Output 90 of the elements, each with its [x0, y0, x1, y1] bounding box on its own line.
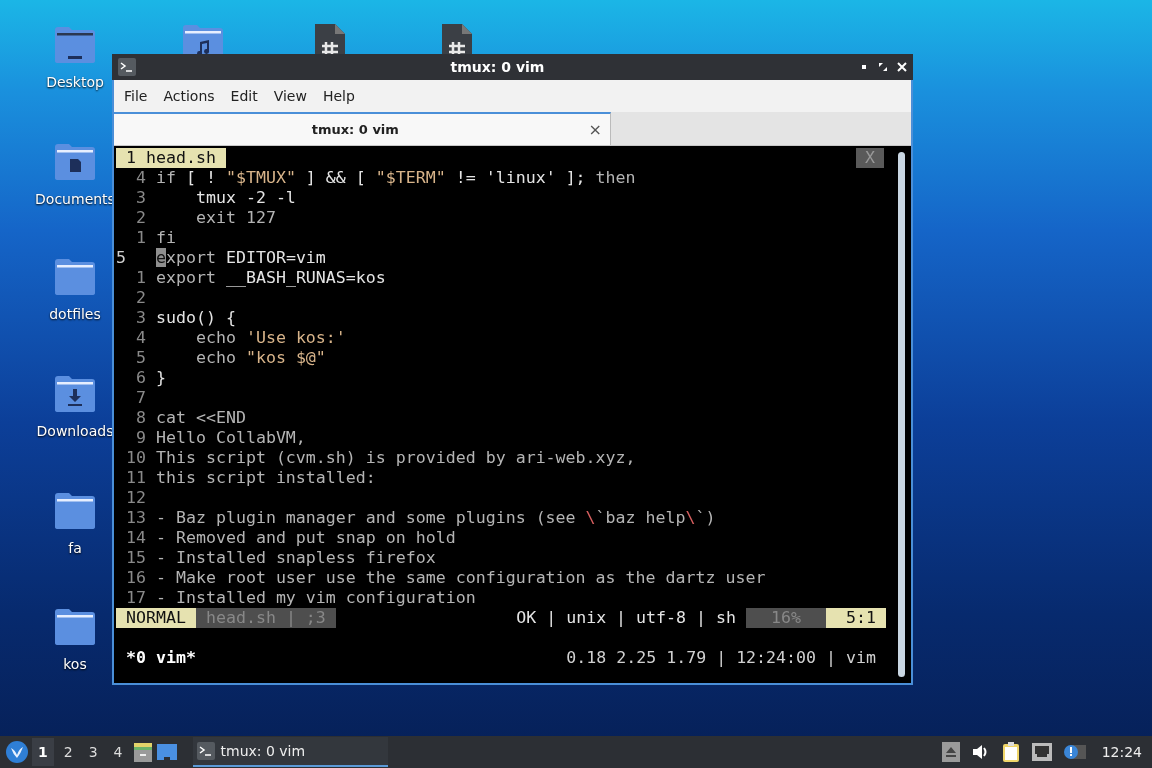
- eject-icon[interactable]: [941, 742, 960, 762]
- line-number: 6: [135, 368, 146, 388]
- code-line: - Installed my vim configuration: [156, 588, 476, 608]
- download-folder-icon: [54, 375, 96, 413]
- clock[interactable]: 12:24: [1101, 744, 1142, 760]
- code-line: - Removed and put snap on hold: [156, 528, 456, 548]
- close-icon[interactable]: [897, 62, 907, 72]
- document-folder-icon: [54, 143, 96, 181]
- tab-close-button[interactable]: ×: [588, 120, 602, 139]
- workspace-button[interactable]: 3: [82, 738, 104, 766]
- line-number: 11: [125, 468, 146, 488]
- scrollbar[interactable]: [898, 152, 905, 677]
- task-button[interactable]: tmux: 0 vim: [192, 737, 388, 767]
- terminal-icon: [196, 742, 215, 760]
- tmux-status-info: 0.18 2.25 1.79 | 12:24:00 | vim: [566, 648, 877, 668]
- workspace-button[interactable]: 4: [107, 738, 129, 766]
- start-menu-icon[interactable]: [6, 741, 28, 763]
- workspace-button[interactable]: 2: [57, 738, 79, 766]
- code-line: - Installed snapless firefox: [156, 548, 436, 568]
- window-title: tmux: 0 vim: [449, 59, 546, 75]
- code-line: cat <<END: [156, 408, 246, 428]
- minimize-icon[interactable]: [859, 62, 869, 72]
- clipboard-icon[interactable]: [1001, 742, 1020, 762]
- line-number: 4: [135, 328, 146, 348]
- line-number: 4: [135, 168, 146, 188]
- code-line: this script installed:: [156, 468, 376, 488]
- file-indicator: head.sh | ;3: [195, 608, 336, 628]
- menu-item[interactable]: Actions: [155, 88, 223, 104]
- file-icon: [313, 24, 345, 54]
- menu-item[interactable]: View: [265, 88, 315, 104]
- tmux-window-list: *0 vim*: [116, 648, 196, 668]
- workspace-button[interactable]: 1: [32, 738, 54, 766]
- icon-label[interactable]: dotfiles: [49, 306, 101, 322]
- line-number: 14: [125, 528, 146, 548]
- terminal-tab[interactable]: tmux: 0 vim ×: [114, 112, 611, 145]
- code-line: export __BASH_RUNAS=kos: [156, 268, 386, 288]
- code-line: }: [156, 368, 166, 388]
- code-line: tmux -2 -l: [194, 188, 296, 208]
- line-number: 13: [125, 508, 146, 528]
- icon-label[interactable]: fa: [68, 540, 82, 556]
- folder-icon: [54, 608, 96, 646]
- line-number: 8: [135, 408, 146, 428]
- icon-label[interactable]: kos: [63, 656, 87, 672]
- line-number: 3: [135, 188, 146, 208]
- percent-indicator: 16%: [746, 608, 826, 628]
- code-line: echo "kos $@": [194, 348, 326, 368]
- line-number: 3: [135, 308, 146, 328]
- menu-item[interactable]: Help: [314, 88, 363, 104]
- code-line: fi: [156, 228, 176, 248]
- line-number: 17: [125, 588, 146, 608]
- file-cabinet-icon[interactable]: [132, 742, 153, 762]
- line-number: 2: [135, 288, 146, 308]
- music-folder-icon: [182, 24, 224, 54]
- line-number: 9: [135, 428, 146, 448]
- file-info: OK | unix | utf-8 | sh: [516, 608, 737, 628]
- terminal-icon: [118, 58, 136, 76]
- code-line: if [ ! "$TMUX" ] && [ "$TERM" != 'linux' ]; then: [156, 168, 636, 188]
- code-line: export EDITOR=vim: [156, 248, 326, 268]
- code-line: exit 127: [194, 208, 276, 228]
- line-number: 1: [135, 268, 146, 288]
- line-number: 1: [135, 228, 146, 248]
- code-line: - Make root user use the same configuration as the dartz user: [156, 568, 766, 588]
- line-number: 5: [116, 248, 127, 268]
- line-number: 7: [135, 388, 146, 408]
- network-icon[interactable]: [1031, 743, 1052, 761]
- menu-item[interactable]: Edit: [222, 88, 266, 104]
- line-number: 12: [125, 488, 146, 508]
- folder-icon: [54, 258, 96, 296]
- code-line: - Baz plugin manager and some plugins (see \`baz help\`): [156, 508, 716, 528]
- desktop-folder-icon: [54, 26, 96, 64]
- file-icon: [440, 24, 472, 54]
- code-line: sudo() {: [156, 308, 236, 328]
- menu-item[interactable]: File: [116, 88, 156, 104]
- mode-indicator: NORMAL: [116, 608, 196, 628]
- line-number: 5: [135, 348, 146, 368]
- icon-label[interactable]: Downloads: [36, 423, 114, 439]
- position-indicator: 5:1: [826, 608, 886, 628]
- maximize-icon[interactable]: [878, 62, 888, 72]
- code-line: echo 'Use kos:': [194, 328, 346, 348]
- line-number: 16: [125, 568, 146, 588]
- line-number: 15: [125, 548, 146, 568]
- notification-icon[interactable]: [1063, 743, 1086, 761]
- buffer-tab[interactable]: 1 head.sh: [116, 148, 226, 168]
- icon-label[interactable]: Documents: [35, 191, 115, 207]
- folder-icon: [54, 492, 96, 530]
- code-line: Hello CollabVM,: [156, 428, 306, 448]
- line-number: 2: [135, 208, 146, 228]
- show-desktop-icon[interactable]: [156, 742, 177, 762]
- line-number: 10: [125, 448, 146, 468]
- code-line: This script (cvm.sh) is provided by ari-web.xyz,: [156, 448, 636, 468]
